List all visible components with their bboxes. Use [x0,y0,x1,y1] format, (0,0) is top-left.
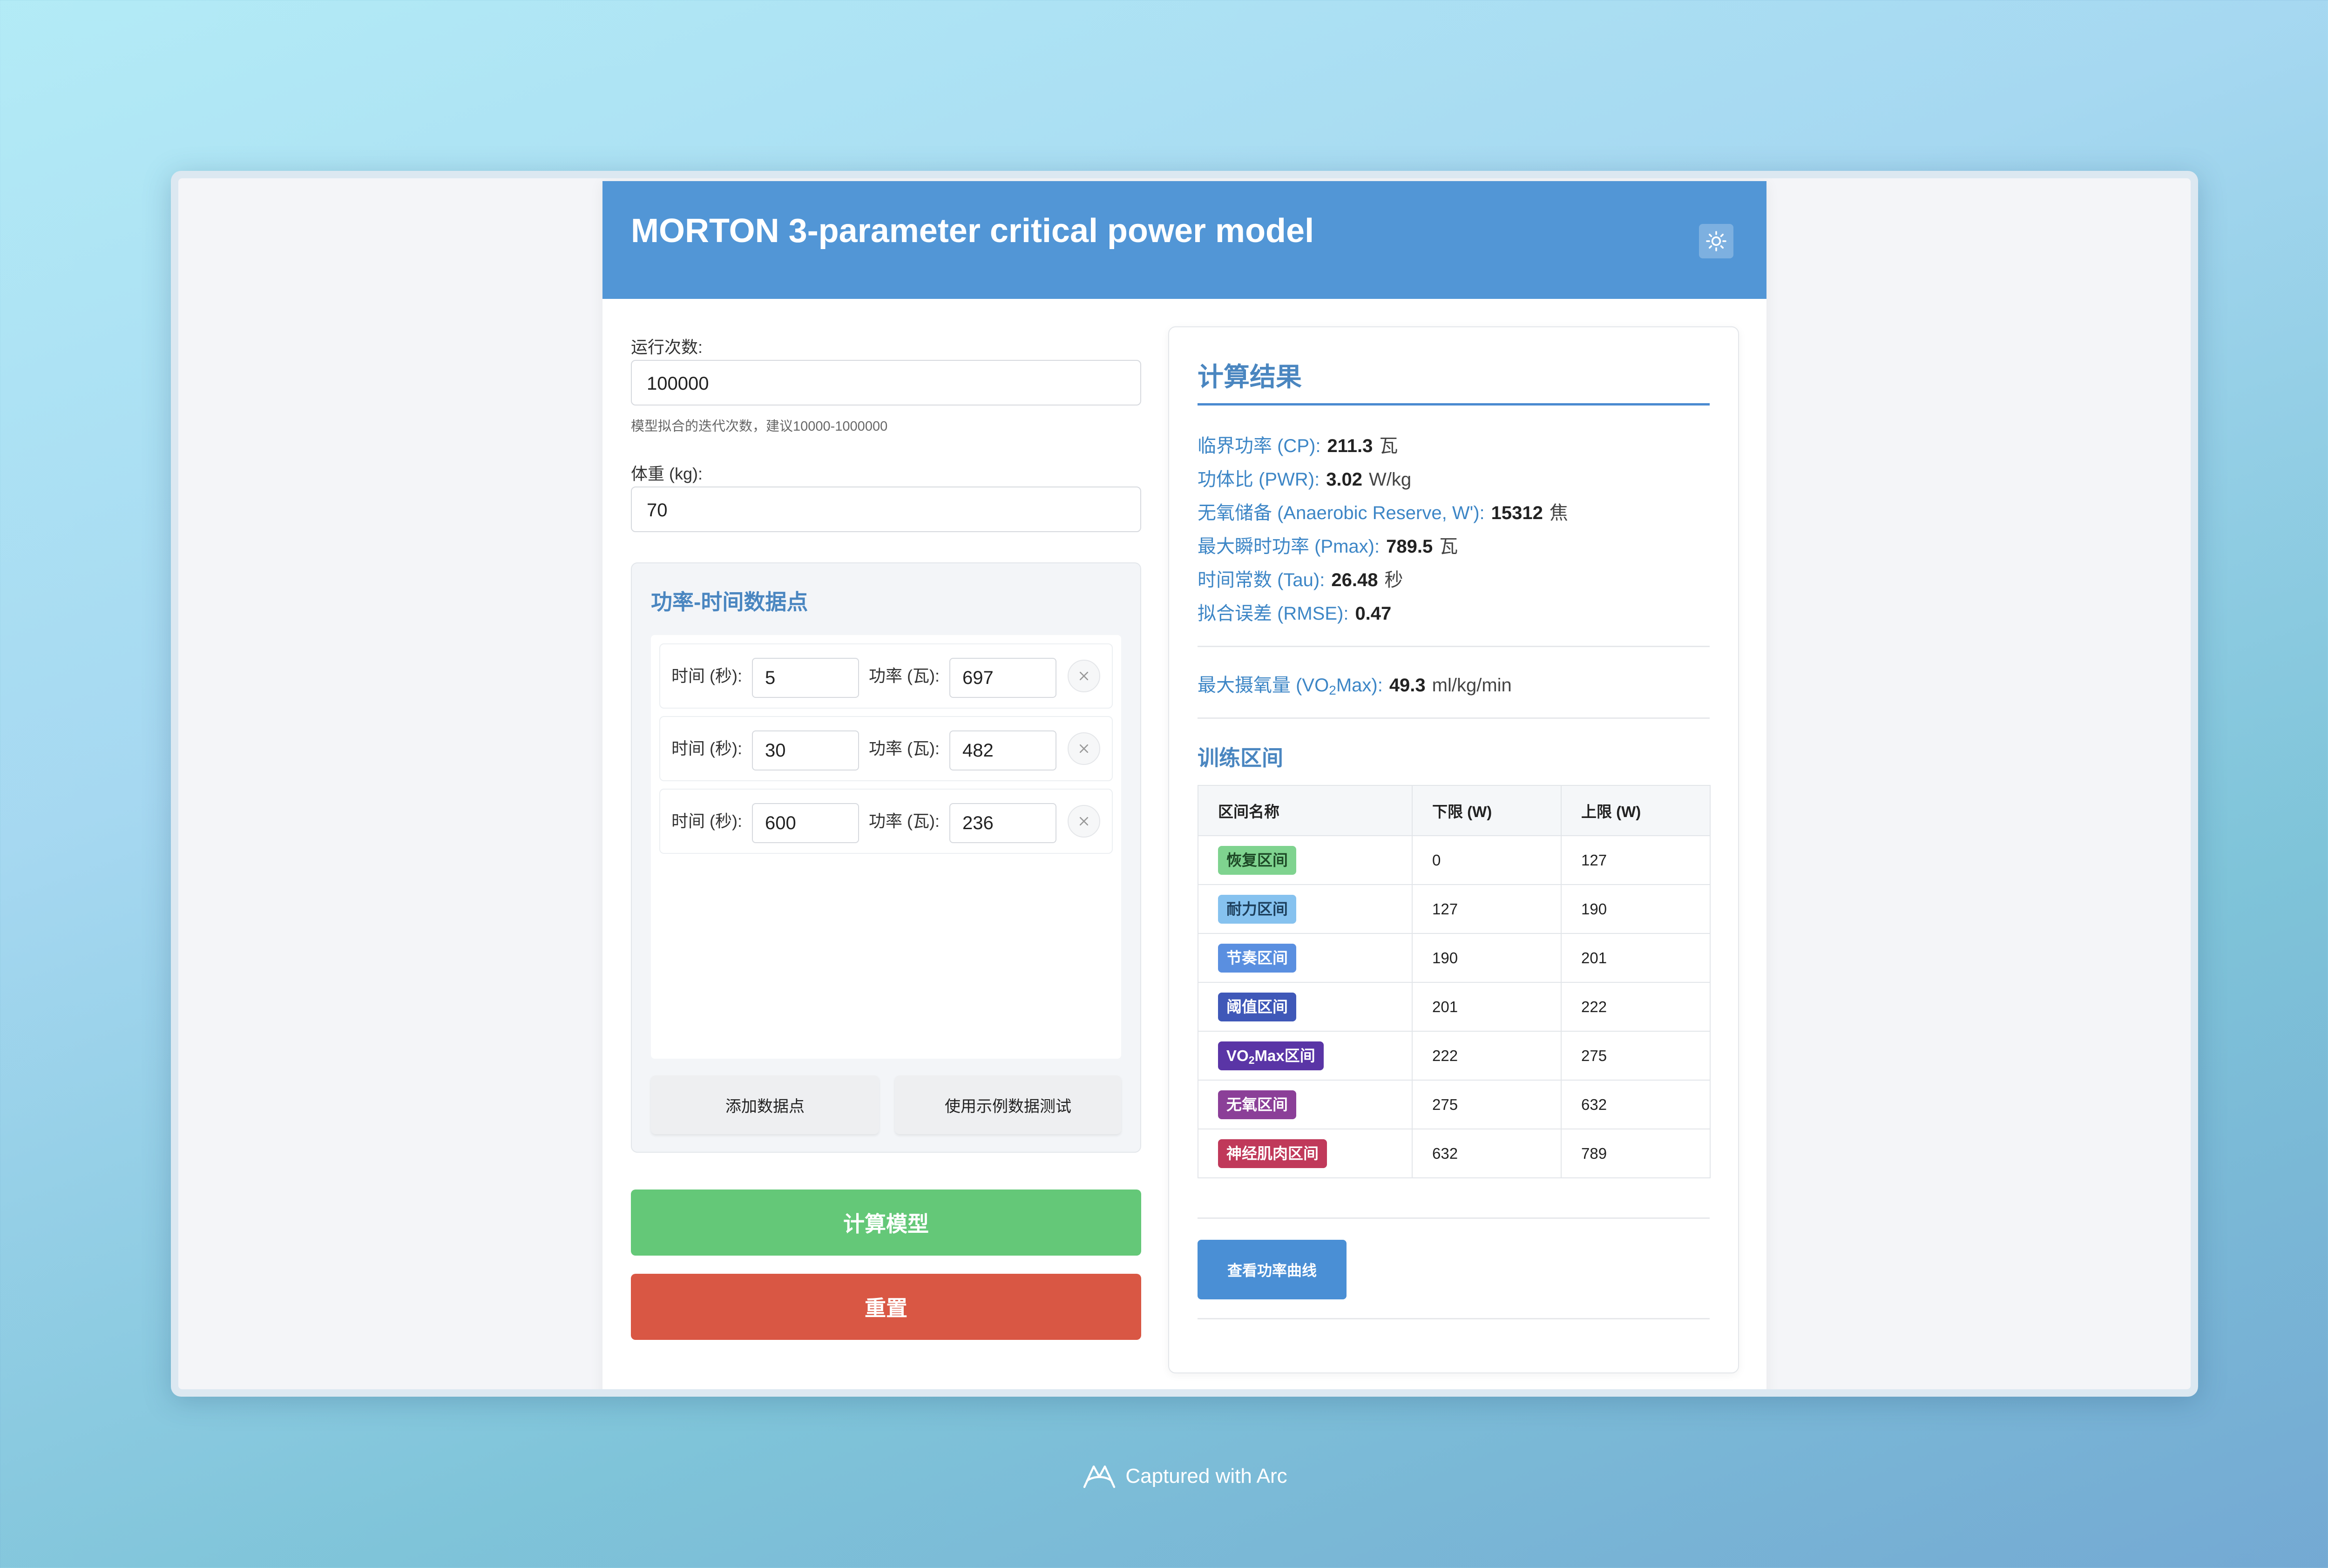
time-label: 时间 (秒): [671,666,742,685]
runs-label: 运行次数: [631,338,703,357]
results-title: 计算结果 [1198,362,1302,392]
header-upper: 上限 (W) [1561,785,1711,836]
zone-badge: VO2Max区间 [1218,1041,1324,1070]
time-label: 时间 (秒): [671,739,742,758]
table-row: 节奏区间 190 201 [1198,933,1711,983]
close-icon [1079,671,1089,681]
zone-upper: 632 [1561,1080,1711,1129]
divider [1198,1318,1710,1319]
table-row: 神经肌肉区间 632 789 [1198,1129,1711,1178]
runs-hint: 模型拟合的迭代次数，建议10000-1000000 [631,419,888,434]
header-zone-name: 区间名称 [1198,785,1413,836]
metric-tau: 时间常数 (Tau): 26.48 秒 [1198,570,1403,590]
reset-button[interactable]: 重置 [631,1274,1141,1340]
zone-badge: 神经肌肉区间 [1218,1139,1327,1168]
power-input[interactable]: 482 [949,730,1056,770]
zone-upper: 127 [1561,835,1711,885]
zone-badge: 无氧区间 [1218,1090,1296,1119]
capture-text: Captured with Arc [1125,1465,1287,1487]
data-point-row: 时间 (秒): 600 功率 (瓦): 236 [659,789,1113,854]
table-row: 恢复区间 0 127 [1198,835,1711,885]
table-row: 耐力区间 127 190 [1198,884,1711,934]
time-input[interactable]: 30 [752,730,859,770]
metric-w-prime: 无氧储备 (Anaerobic Reserve, W'): 15312 焦 [1198,503,1568,523]
weight-input[interactable]: 70 [631,487,1141,532]
zone-lower: 275 [1412,1080,1562,1129]
weight-label: 体重 (kg): [631,464,703,483]
zones-title: 训练区间 [1198,746,1283,770]
power-label: 功率 (瓦): [869,811,940,831]
power-input[interactable]: 236 [949,803,1056,843]
zone-upper: 789 [1561,1129,1711,1178]
time-input[interactable]: 600 [752,803,859,843]
remove-row-button[interactable] [1068,660,1100,692]
remove-row-button[interactable] [1068,732,1100,765]
data-points-title: 功率-时间数据点 [651,590,808,614]
view-power-curve-button[interactable]: 查看功率曲线 [1198,1240,1347,1299]
power-input[interactable]: 697 [949,658,1056,698]
metric-cp: 临界功率 (CP): 211.3 瓦 [1198,436,1398,456]
browser-window: MORTON 3-parameter critical power model … [171,171,2198,1397]
power-label: 功率 (瓦): [869,666,940,685]
zone-lower: 127 [1412,884,1562,934]
zone-upper: 201 [1561,933,1711,983]
use-example-data-button[interactable]: 使用示例数据测试 [895,1075,1121,1134]
zone-lower: 201 [1412,982,1562,1032]
results-card: 计算结果 临界功率 (CP): 211.3 瓦 功体比 (PWR): 3.02 W/kg… [1168,326,1739,1373]
metric-vo2max: 最大摄氧量 (VO2Max): 49.3 ml/kg/min [1198,675,1512,697]
divider [1198,1217,1710,1219]
time-input[interactable]: 5 [752,658,859,698]
zone-lower: 0 [1412,835,1562,885]
zone-badge: 节奏区间 [1218,943,1296,973]
zone-upper: 222 [1561,982,1711,1032]
app-header: MORTON 3-parameter critical power model [602,181,1766,299]
power-label: 功率 (瓦): [869,739,940,758]
zone-badge: 阈值区间 [1218,992,1296,1021]
remove-row-button[interactable] [1068,805,1100,838]
metric-pmax: 最大瞬时功率 (Pmax): 789.5 瓦 [1198,536,1458,557]
zone-badge: 耐力区间 [1218,894,1296,924]
close-icon [1079,744,1089,753]
zone-badge: 恢复区间 [1218,845,1296,875]
zone-lower: 222 [1412,1031,1562,1081]
arc-logo-icon [1083,1465,1116,1488]
data-point-row: 时间 (秒): 30 功率 (瓦): 482 [659,716,1113,781]
table-row: 无氧区间 275 632 [1198,1080,1711,1129]
theme-toggle-button[interactable] [1699,224,1733,258]
add-data-point-button[interactable]: 添加数据点 [651,1075,879,1134]
table-header-row: 区间名称 下限 (W) 上限 (W) [1198,785,1711,836]
page-title: MORTON 3-parameter critical power model [631,212,1314,250]
capture-footer: Captured with Arc [0,1462,2328,1491]
zone-lower: 632 [1412,1129,1562,1178]
table-row: 阈值区间 201 222 [1198,982,1711,1032]
data-point-row: 时间 (秒): 5 功率 (瓦): 697 [659,643,1113,709]
divider [1198,717,1710,719]
zone-lower: 190 [1412,933,1562,983]
sun-icon [1706,231,1726,251]
header-lower: 下限 (W) [1412,785,1562,836]
data-points-list: 时间 (秒): 5 功率 (瓦): 697 时间 (秒): 30 功率 (瓦):… [651,635,1121,1059]
metric-pwr: 功体比 (PWR): 3.02 W/kg [1198,469,1412,490]
metric-rmse: 拟合误差 (RMSE): 0.47 [1198,603,1392,624]
app-container: MORTON 3-parameter critical power model … [602,181,1766,1389]
time-label: 时间 (秒): [671,811,742,831]
zones-table: 区间名称 下限 (W) 上限 (W) 恢复区间 0 127 耐力区间 127 1… [1198,785,1711,1178]
title-underline [1198,403,1710,406]
runs-input[interactable]: 100000 [631,360,1141,406]
close-icon [1079,817,1089,826]
calculate-button[interactable]: 计算模型 [631,1190,1141,1256]
zone-upper: 190 [1561,884,1711,934]
table-row: VO2Max区间 222 275 [1198,1031,1711,1081]
data-points-panel: 功率-时间数据点 时间 (秒): 5 功率 (瓦): 697 时间 (秒): 3… [631,562,1141,1153]
zone-upper: 275 [1561,1031,1711,1081]
page-viewport: MORTON 3-parameter critical power model … [178,178,2191,1389]
divider [1198,646,1710,647]
